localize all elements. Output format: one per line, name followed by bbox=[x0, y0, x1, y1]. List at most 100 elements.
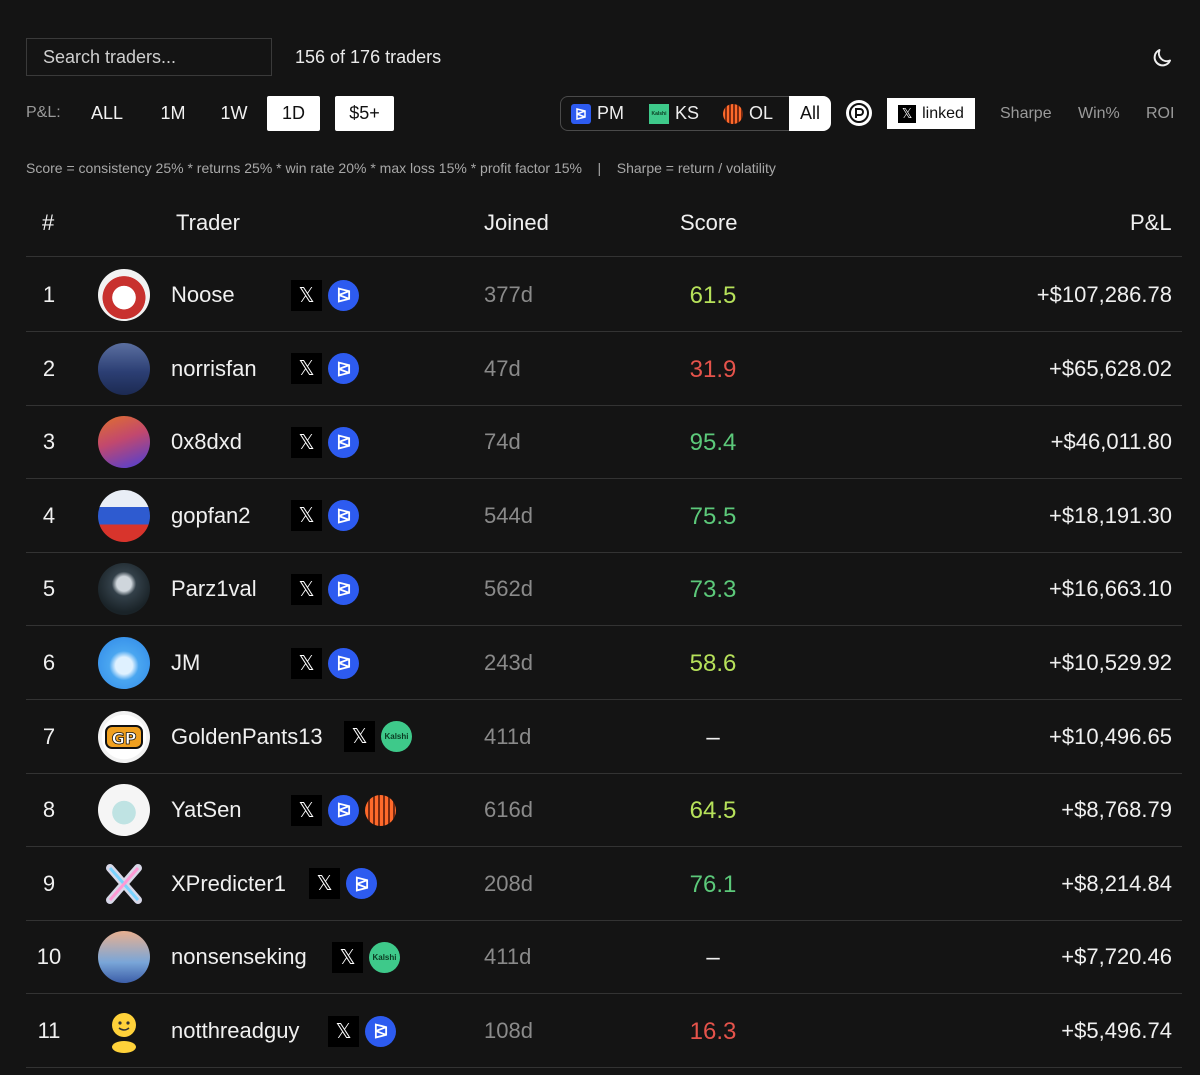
partner-logo-toggle[interactable] bbox=[846, 100, 872, 126]
x-logo-icon[interactable]: 𝕏 bbox=[332, 941, 363, 973]
avatar[interactable] bbox=[98, 637, 150, 689]
kalshi-icon[interactable]: Kalshi bbox=[369, 941, 400, 973]
score-formula-note: Score = consistency 25% * returns 25% * … bbox=[26, 160, 776, 176]
table-row[interactable]: 7 GP GoldenPants13 𝕏 Kalshi 411d – +$10,496.65 bbox=[26, 700, 1182, 774]
min-amount-filter-button[interactable]: $5+ bbox=[335, 96, 394, 131]
trader-name[interactable]: YatSen bbox=[171, 797, 242, 823]
col-header-pnl[interactable]: P&L bbox=[1130, 210, 1172, 236]
trader-name[interactable]: XPredicter1 bbox=[171, 871, 286, 897]
rank-cell: 5 bbox=[42, 576, 56, 602]
moon-icon[interactable] bbox=[1150, 46, 1174, 70]
x-logo-icon[interactable]: 𝕏 bbox=[291, 573, 322, 605]
joined-cell: 544d bbox=[484, 502, 533, 528]
x-logo-icon[interactable]: 𝕏 bbox=[291, 500, 322, 532]
x-logo-icon[interactable]: 𝕏 bbox=[291, 426, 322, 458]
period-1d-button[interactable]: 1D bbox=[267, 96, 320, 131]
avatar[interactable] bbox=[98, 858, 150, 910]
platform-badges: 𝕏 bbox=[291, 279, 359, 311]
period-1w-button[interactable]: 1W bbox=[207, 96, 261, 131]
ol-icon[interactable] bbox=[365, 794, 396, 826]
platform-badges: 𝕏 Kalshi bbox=[344, 721, 412, 753]
platform-ks-button[interactable]: Kalshi KS bbox=[649, 97, 699, 130]
polymarket-icon[interactable] bbox=[328, 500, 359, 532]
avatar[interactable] bbox=[98, 342, 150, 395]
avatar[interactable]: GP bbox=[98, 710, 150, 763]
x-logo-icon[interactable]: 𝕏 bbox=[328, 1015, 359, 1047]
sort-sharpe-button[interactable]: Sharpe bbox=[1000, 105, 1052, 123]
avatar[interactable] bbox=[98, 784, 150, 837]
trader-name[interactable]: norrisfan bbox=[171, 356, 257, 382]
polymarket-icon[interactable] bbox=[328, 794, 359, 826]
table-row[interactable]: 8 YatSen 𝕏 616d 64.5 +$8,768.79 bbox=[26, 773, 1182, 848]
joined-cell: 74d bbox=[484, 429, 521, 455]
avatar[interactable] bbox=[98, 416, 150, 469]
trader-name[interactable]: notthreadguy bbox=[171, 1018, 299, 1044]
table-row[interactable]: 3 0x8dxd 𝕏 74d 95.4 +$46,011.80 bbox=[26, 405, 1182, 480]
polymarket-icon[interactable] bbox=[365, 1015, 396, 1047]
col-header-trader: Trader bbox=[176, 210, 240, 235]
polymarket-icon[interactable] bbox=[346, 868, 377, 900]
joined-cell: 411d bbox=[484, 944, 532, 970]
svg-text:GP: GP bbox=[112, 729, 137, 748]
polymarket-icon[interactable] bbox=[328, 426, 359, 458]
joined-cell: 47d bbox=[484, 355, 521, 381]
search-input[interactable] bbox=[26, 38, 272, 76]
trader-name[interactable]: gopfan2 bbox=[171, 503, 251, 529]
pnl-cell: +$65,628.02 bbox=[1049, 355, 1172, 381]
polymarket-icon[interactable] bbox=[328, 353, 359, 385]
table-row[interactable]: 1 Noose 𝕏 377d 61.5 +$107,286.78 bbox=[26, 258, 1182, 332]
x-logo-icon[interactable]: 𝕏 bbox=[309, 868, 340, 900]
avatar[interactable] bbox=[98, 1005, 150, 1057]
avatar[interactable] bbox=[98, 489, 150, 542]
table-row[interactable]: 10 nonsenseking 𝕏 Kalshi 411d – +$7,720.46 bbox=[26, 920, 1182, 995]
platform-badges: 𝕏 bbox=[309, 868, 377, 900]
table-row[interactable]: 4 gopfan2 𝕏 544d 75.5 +$18,191.30 bbox=[26, 479, 1182, 553]
score-cell: 16.3 bbox=[689, 1018, 737, 1045]
x-logo-icon[interactable]: 𝕏 bbox=[291, 647, 322, 679]
trader-name[interactable]: Parz1val bbox=[171, 576, 257, 602]
pnl-cell: +$8,768.79 bbox=[1061, 797, 1172, 823]
period-all-button[interactable]: ALL bbox=[80, 96, 134, 131]
x-logo-icon[interactable]: 𝕏 bbox=[291, 353, 322, 385]
avatar[interactable] bbox=[98, 563, 150, 616]
platform-pm-button[interactable]: PM bbox=[571, 97, 624, 130]
platform-badges: 𝕏 bbox=[291, 573, 359, 605]
partner-logo-icon bbox=[849, 103, 869, 123]
polymarket-icon[interactable] bbox=[328, 573, 359, 605]
joined-cell: 616d bbox=[484, 797, 533, 823]
x-logo-icon[interactable]: 𝕏 bbox=[291, 794, 322, 826]
linked-filter-button[interactable]: 𝕏 linked bbox=[887, 98, 975, 129]
col-header-score[interactable]: Score bbox=[680, 210, 737, 236]
rank-cell: 3 bbox=[42, 429, 56, 455]
x-logo-icon[interactable]: 𝕏 bbox=[344, 721, 375, 753]
polymarket-icon[interactable] bbox=[328, 279, 359, 311]
table-row[interactable]: 5 Parz1val 𝕏 562d 73.3 +$16,663.10 bbox=[26, 552, 1182, 627]
avatar[interactable] bbox=[98, 931, 150, 984]
trader-name[interactable]: Noose bbox=[171, 282, 235, 308]
sort-winrate-button[interactable]: Win% bbox=[1078, 105, 1120, 123]
trader-name[interactable]: JM bbox=[171, 650, 200, 676]
trader-name[interactable]: GoldenPants13 bbox=[171, 724, 323, 750]
x-logo-icon[interactable]: 𝕏 bbox=[291, 279, 322, 311]
platform-all-button[interactable]: All bbox=[789, 96, 831, 131]
platform-badges: 𝕏 bbox=[291, 794, 396, 826]
score-cell: 58.6 bbox=[689, 650, 737, 677]
pnl-cell: +$8,214.84 bbox=[1061, 870, 1172, 896]
sort-roi-button[interactable]: ROI bbox=[1146, 105, 1174, 123]
table-row[interactable]: 9 XPredicter1 𝕏 208d 76.1 +$8,214.84 bbox=[26, 847, 1182, 921]
polymarket-icon[interactable] bbox=[328, 647, 359, 679]
kalshi-icon[interactable]: Kalshi bbox=[381, 721, 412, 753]
trader-name[interactable]: 0x8dxd bbox=[171, 429, 242, 455]
table-row[interactable]: 6 JM 𝕏 243d 58.6 +$10,529.92 bbox=[26, 626, 1182, 700]
score-cell: 95.4 bbox=[689, 429, 737, 457]
platform-badges: 𝕏 bbox=[291, 500, 359, 532]
trader-count: 156 of 176 traders bbox=[295, 47, 442, 67]
period-1m-button[interactable]: 1M bbox=[146, 96, 200, 131]
trader-name[interactable]: nonsenseking bbox=[171, 944, 307, 970]
pnl-cell: +$107,286.78 bbox=[1036, 282, 1172, 307]
avatar[interactable] bbox=[98, 269, 150, 321]
table-row[interactable]: 2 norrisfan 𝕏 47d 31.9 +$65,628.02 bbox=[26, 332, 1182, 406]
table-row[interactable]: 11 notthreadguy 𝕏 108d 16.3 +$5,496.74 bbox=[26, 994, 1182, 1068]
platform-ol-button[interactable]: OL bbox=[723, 97, 773, 130]
rank-cell: 2 bbox=[42, 355, 56, 381]
